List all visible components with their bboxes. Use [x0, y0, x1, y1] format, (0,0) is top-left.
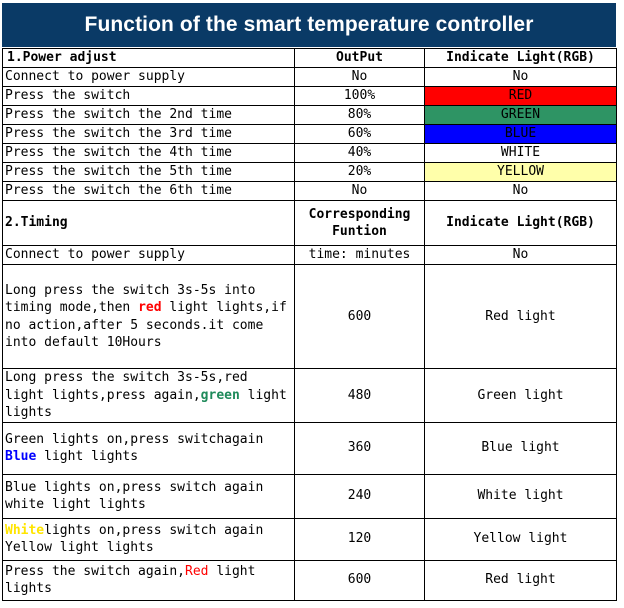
table-row: Press the switch the 5th time 20% YELLOW	[2, 162, 617, 182]
text-fragment: White	[5, 522, 45, 538]
row-indicator: Red light	[424, 559, 617, 601]
row-action: Blue lights on,press switch again white …	[2, 473, 295, 519]
row-action: Press the switch the 3rd time	[2, 124, 295, 144]
section2-col-function: Corresponding Funtion	[294, 200, 425, 246]
row-action: Long press the switch 3s-5s,red light li…	[2, 368, 295, 423]
row-indicator: Red light	[424, 264, 617, 369]
row-minutes: 120	[294, 517, 425, 561]
row-indicator: BLUE	[424, 124, 617, 144]
row-minutes: time: minutes	[294, 245, 425, 265]
row-output: 40%	[294, 143, 425, 163]
table-row: Connect to power supply No No	[2, 67, 617, 87]
table-row: Press the switch again,Red light lights …	[2, 559, 617, 601]
text-fragment: Green lights on,press switchagain	[5, 431, 264, 447]
section1-col-output: OutPut	[294, 48, 425, 68]
text-fragment: Red	[185, 563, 209, 579]
row-action: Press the switch	[2, 86, 295, 106]
table-row: Press the switch the 6th time No No	[2, 181, 617, 201]
row-indicator: WHITE	[424, 143, 617, 163]
row-minutes: 600	[294, 264, 425, 369]
section2-col-function-line1: Corresponding	[308, 206, 411, 222]
row-action: Whitelights on,press switch again Yellow…	[2, 517, 295, 561]
row-indicator: YELLOW	[424, 162, 617, 182]
section2-title: 2.Timing	[2, 200, 295, 246]
section2-col-indicator: Indicate Light(RGB)	[424, 200, 617, 246]
text-fragment: Press the switch again,	[5, 563, 186, 579]
row-indicator: Yellow light	[424, 517, 617, 561]
table-row: Long press the switch 3s-5s into timing …	[2, 264, 617, 369]
row-action: Connect to power supply	[2, 67, 295, 87]
row-output: 100%	[294, 86, 425, 106]
row-indicator: GREEN	[424, 105, 617, 125]
text-fragment: green	[200, 387, 240, 403]
row-action: Press the switch the 5th time	[2, 162, 295, 182]
table-row: Connect to power supply time: minutes No	[2, 245, 617, 265]
row-indicator: No	[424, 67, 617, 87]
row-output: 60%	[294, 124, 425, 144]
table-row: Blue lights on,press switch again white …	[2, 473, 617, 519]
section2-header-row: 2.Timing Corresponding Funtion Indicate …	[2, 200, 617, 246]
section1-col-indicator: Indicate Light(RGB)	[424, 48, 617, 68]
table-row: Whitelights on,press switch again Yellow…	[2, 517, 617, 561]
row-indicator: Green light	[424, 368, 617, 423]
page-title: Function of the smart temperature contro…	[2, 3, 616, 47]
row-output: 20%	[294, 162, 425, 182]
table-row: Press the switch the 2nd time 80% GREEN	[2, 105, 617, 125]
row-indicator: No	[424, 181, 617, 201]
text-fragment: red	[138, 300, 162, 315]
table-row: Green lights on,press switchagain Blue l…	[2, 421, 617, 475]
row-indicator: RED	[424, 86, 617, 106]
row-minutes: 600	[294, 559, 425, 601]
row-output: 80%	[294, 105, 425, 125]
row-action: Long press the switch 3s-5s into timing …	[2, 264, 295, 369]
row-action: Press the switch again,Red light lights	[2, 559, 295, 601]
row-action: Green lights on,press switchagain Blue l…	[2, 421, 295, 475]
row-output: No	[294, 67, 425, 87]
row-indicator: No	[424, 245, 617, 265]
text-fragment: lights on,press switch again Yellow ligh…	[5, 522, 264, 556]
row-action: Press the switch the 2nd time	[2, 105, 295, 125]
row-minutes: 480	[294, 368, 425, 423]
table-row: Press the switch 100% RED	[2, 86, 617, 106]
table-row: Press the switch the 4th time 40% WHITE	[2, 143, 617, 163]
function-table: 1.Power adjust OutPut Indicate Light(RGB…	[2, 48, 617, 601]
section1-title: 1.Power adjust	[2, 48, 295, 68]
table-row: Long press the switch 3s-5s,red light li…	[2, 368, 617, 423]
row-indicator: Blue light	[424, 421, 617, 475]
row-minutes: 360	[294, 421, 425, 475]
row-output: No	[294, 181, 425, 201]
row-action: Press the switch the 6th time	[2, 181, 295, 201]
text-fragment: Connect to power supply	[5, 247, 186, 263]
text-fragment: Blue	[5, 449, 37, 464]
row-indicator: White light	[424, 473, 617, 519]
row-action: Connect to power supply	[2, 245, 295, 265]
section1-header-row: 1.Power adjust OutPut Indicate Light(RGB…	[2, 48, 617, 68]
table-row: Press the switch the 3rd time 60% BLUE	[2, 124, 617, 144]
text-fragment: Blue lights on,press switch again white …	[5, 479, 264, 513]
section2-col-function-line2: Funtion	[332, 224, 387, 239]
spreadsheet-canvas: Function of the smart temperature contro…	[0, 0, 624, 608]
text-fragment: light lights	[36, 449, 139, 464]
row-action: Press the switch the 4th time	[2, 143, 295, 163]
table-body: 1.Power adjust OutPut Indicate Light(RGB…	[2, 48, 617, 601]
row-minutes: 240	[294, 473, 425, 519]
